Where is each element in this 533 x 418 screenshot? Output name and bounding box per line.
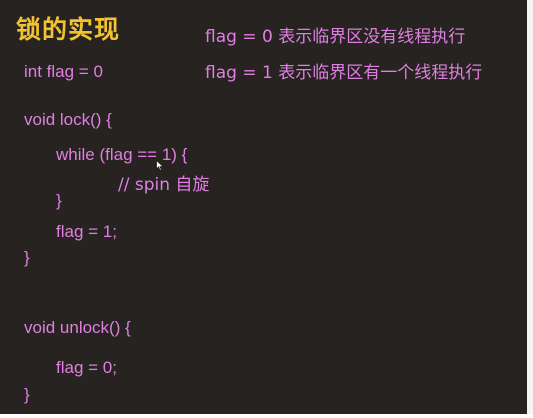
flag-1-note: flag = 1 表示临界区有一个线程执行 xyxy=(205,63,483,83)
code-line-while-close: } xyxy=(56,191,62,210)
slide: 锁的实现 flag = 0 表示临界区没有线程执行 flag = 1 表示临界区… xyxy=(0,0,533,414)
code-line-while-loop: while (flag == 1) { xyxy=(56,145,188,164)
code-line-unlock-signature: void unlock() { xyxy=(24,318,131,337)
code-line-lock-signature: void lock() { xyxy=(24,110,112,129)
slide-title: 锁的实现 xyxy=(16,15,121,44)
flag-0-note: flag = 0 表示临界区没有线程执行 xyxy=(205,27,466,47)
code-line-spin-comment: // spin 自旋 xyxy=(118,175,210,195)
code-line-unlock-close: } xyxy=(24,385,30,404)
code-line-clear-flag: flag = 0; xyxy=(56,358,117,377)
code-line-set-flag: flag = 1; xyxy=(56,222,117,241)
code-line-flag-declaration: int flag = 0 xyxy=(24,62,103,81)
slide-edge-strip xyxy=(527,0,533,414)
code-line-lock-close: } xyxy=(24,248,30,267)
